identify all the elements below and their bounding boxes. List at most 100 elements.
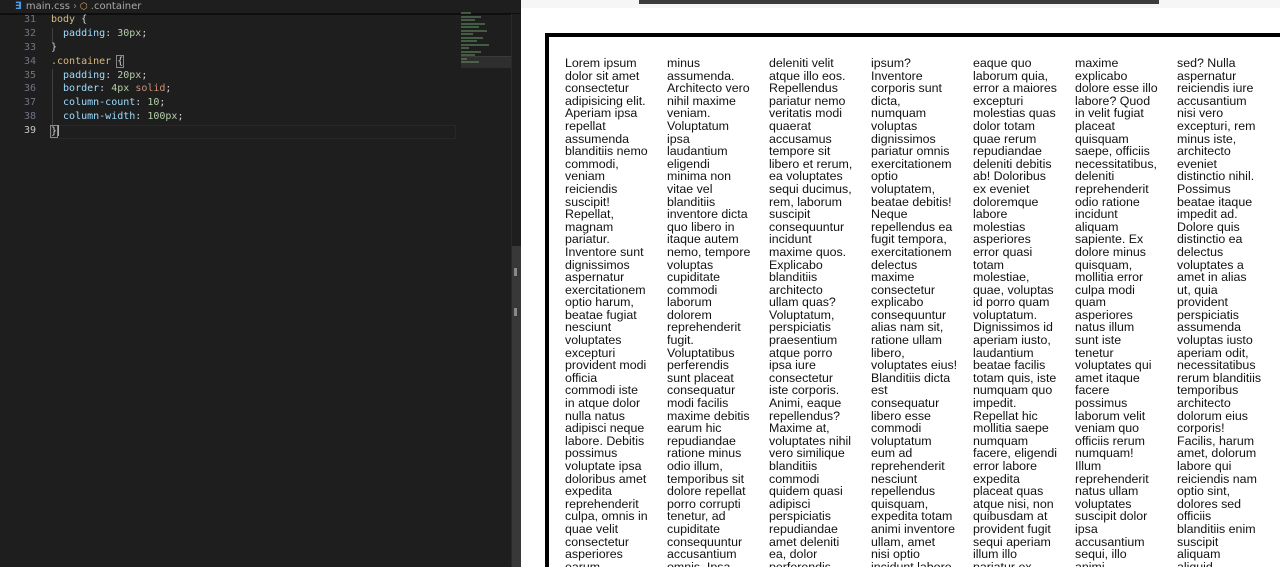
text-line: architecto <box>1177 396 1231 411</box>
text-line: expedita <box>565 484 612 499</box>
code-token: column-count <box>51 97 136 109</box>
text-line: beatae facilis <box>973 358 1046 373</box>
code-token: border <box>51 83 100 95</box>
resize-handle[interactable] <box>514 308 517 316</box>
text-line: reprehenderit <box>871 459 945 473</box>
text-line: suscipit <box>769 207 811 222</box>
code-line[interactable]: } <box>51 42 461 56</box>
text-line: sequi ducimus, <box>769 181 852 196</box>
text-line: vitae vel <box>667 181 713 196</box>
text-line: voluptates eius! <box>871 358 958 373</box>
line-number: 37 <box>23 97 36 109</box>
code-line[interactable]: border: 4px solid; <box>51 83 461 97</box>
text-line: voluptas iusto <box>1177 333 1253 348</box>
text-line: error a maiores <box>973 81 1058 96</box>
text-line: explicabo <box>871 295 924 310</box>
text-line: repudiandae <box>769 521 838 536</box>
text-line: quae velit <box>565 521 619 536</box>
text-line: optio harum, <box>565 295 634 310</box>
code-line[interactable]: } <box>49 124 456 140</box>
text-column: deleniti velit atque illo eos. Repellendus… <box>769 57 865 567</box>
text-line: corporis! <box>1177 421 1225 436</box>
code-token: ; <box>159 97 166 109</box>
line-number: 32 <box>23 27 36 39</box>
text-line: molestiae, <box>973 270 1030 285</box>
text-line: impedit ad. <box>1177 207 1238 222</box>
text-line: Inventore sunt <box>565 244 644 259</box>
code-editor[interactable]: ∃ main.css › ⬡ .container 31 32 33 34 35 36 37… <box>0 0 521 567</box>
breadcrumb-symbol[interactable]: .container <box>91 1 142 12</box>
text-line: Neque <box>871 207 908 222</box>
code-token: : <box>135 111 148 123</box>
text-cursor <box>58 125 60 137</box>
line-number: 34 <box>23 55 36 67</box>
minimap-viewport[interactable] <box>461 56 512 68</box>
code-line[interactable]: column-width: 100px; <box>51 111 461 125</box>
code-token: ; <box>141 69 148 81</box>
text-line: possimus <box>1075 396 1128 411</box>
browser-preview[interactable]: Lorem ipsum dolor sit amet consectetur adip… <box>521 0 1280 567</box>
text-column: eaque quo laborum quia, error a maiores exc… <box>973 57 1069 567</box>
code-line[interactable]: .container { <box>51 54 461 70</box>
text-line: earum <box>565 559 601 567</box>
text-line: voluptates qui <box>1075 358 1152 373</box>
text-line: pariatur omnis <box>871 144 950 159</box>
code-line[interactable]: padding: 30px; <box>51 28 461 42</box>
text-line: cupiditate <box>667 521 721 536</box>
text-line: maxime <box>871 270 915 285</box>
text-line: sed? Nulla <box>1177 56 1236 70</box>
breadcrumb-file[interactable]: main.css <box>26 1 70 12</box>
code-line[interactable]: body { <box>51 14 461 28</box>
code-line[interactable]: padding: 20px; <box>51 70 461 84</box>
text-line: labore <box>973 207 1008 222</box>
text-line: voluptate ipsa <box>565 459 642 473</box>
text-line: Architecto vero <box>667 81 750 96</box>
code-token: : <box>105 27 118 39</box>
text-line: blanditiis enim <box>1177 521 1256 536</box>
text-line: laudantium <box>667 144 728 159</box>
text-line: dolore esse illo <box>1075 81 1158 96</box>
code-line[interactable]: column-count: 10; <box>51 97 461 111</box>
text-line: reiciendis <box>565 181 618 196</box>
text-line: ex eveniet <box>973 181 1030 196</box>
text-line: Illum <box>1075 459 1102 473</box>
code-token: 100px <box>147 111 178 123</box>
text-line: id porro quam <box>973 295 1050 310</box>
text-line: nisi optio <box>871 547 920 562</box>
text-line: commodi <box>871 421 922 436</box>
text-line: blanditiis <box>769 270 818 285</box>
text-line: ipsa <box>1075 521 1098 536</box>
text-line: repellendus <box>871 484 936 499</box>
code-token: : <box>135 97 148 109</box>
text-line: consequatur <box>871 396 940 411</box>
code-token: 30px <box>117 27 142 39</box>
code-token: : <box>105 69 118 81</box>
text-line: ipsum? <box>871 56 911 70</box>
text-line: placeat <box>1075 118 1115 133</box>
text-line: provident modi <box>565 358 647 373</box>
text-line: natus ullam <box>1075 484 1139 499</box>
text-line: maxime <box>1075 56 1119 70</box>
text-column: sed? Nulla aspernatur reiciendis iure accus… <box>1177 57 1273 567</box>
editor-scrollbar-thumb[interactable] <box>512 246 521 567</box>
text-line: maxime quos. <box>769 244 847 259</box>
code-token: ; <box>177 111 184 123</box>
resize-handle[interactable] <box>514 268 517 276</box>
code-lines[interactable]: body { padding: 30px;} .container { paddi… <box>49 14 461 140</box>
text-line: Possimus <box>1177 181 1231 196</box>
text-line: quidem quasi <box>769 484 843 499</box>
text-line: Lorem ipsum <box>565 56 637 70</box>
code-token: { <box>75 14 88 25</box>
line-number: 36 <box>23 83 36 95</box>
text-line: blanditiis <box>769 459 818 473</box>
text-line: Voluptatum <box>667 118 729 133</box>
text-line: sequi, illo <box>1075 547 1127 562</box>
text-line: inventore dicta <box>667 207 748 222</box>
text-line: odio illum, <box>667 459 723 473</box>
code-token: .container <box>51 55 112 67</box>
text-line: provident fugit <box>973 521 1051 536</box>
text-line: accusantium <box>667 547 737 562</box>
text-line: corporis sunt <box>871 81 942 96</box>
text-line: saepe, officiis <box>1075 144 1150 159</box>
selector-icon: ⬡ <box>79 1 88 12</box>
